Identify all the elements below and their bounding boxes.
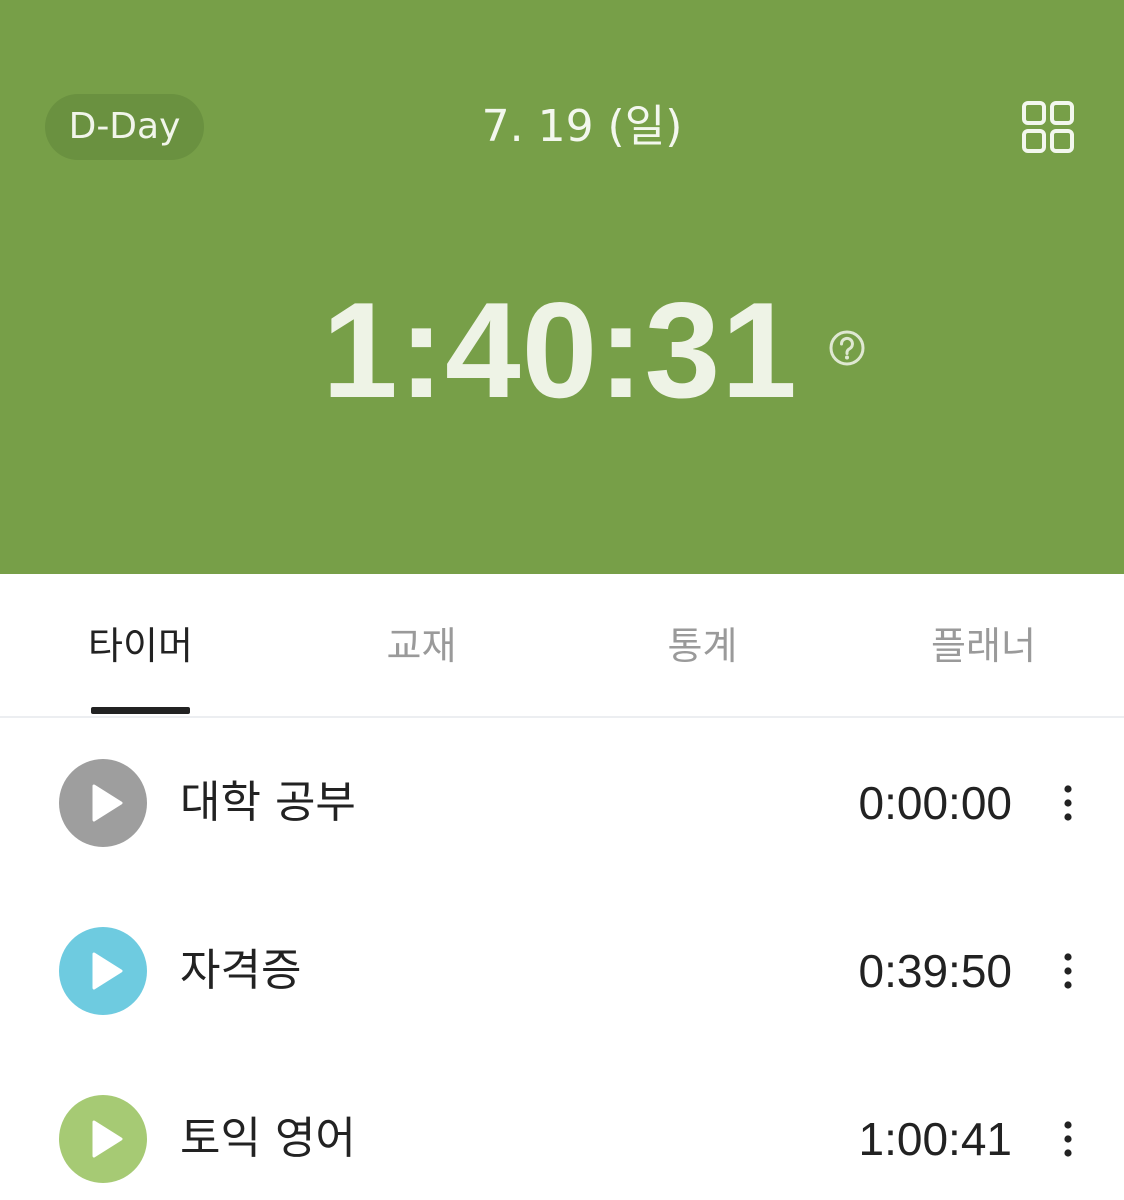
play-icon — [92, 952, 123, 990]
timer-app: D-Day 7. 19 (일) 1:40:31 타이머 교재 통계 플래너 대학… — [0, 0, 1124, 1200]
subject-row[interactable]: 토익 영어 1:00:41 — [0, 1054, 1124, 1200]
grid-icon[interactable] — [1021, 100, 1075, 154]
tab-timer[interactable]: 타이머 — [0, 574, 281, 716]
dday-button[interactable]: D-Day — [45, 94, 204, 160]
play-button[interactable] — [59, 1095, 147, 1183]
tab-textbook[interactable]: 교재 — [281, 574, 562, 716]
tab-bar: 타이머 교재 통계 플래너 — [0, 574, 1124, 718]
tab-statistics[interactable]: 통계 — [562, 574, 843, 716]
subject-name: 토익 영어 — [180, 1113, 356, 1164]
subject-name: 자격증 — [180, 945, 302, 996]
subject-time: 0:00:00 — [858, 777, 1012, 829]
tab-label: 통계 — [667, 624, 738, 668]
date-label: 7. 19 (일) — [481, 101, 683, 152]
play-icon — [92, 1120, 123, 1158]
subject-row[interactable]: 대학 공부 0:00:00 — [0, 718, 1124, 886]
subject-name: 대학 공부 — [180, 777, 356, 828]
more-vertical-icon[interactable] — [1052, 946, 1084, 996]
more-vertical-icon[interactable] — [1052, 778, 1084, 828]
tab-label: 타이머 — [88, 624, 193, 668]
subject-time: 0:39:50 — [858, 945, 1012, 997]
subject-list: 대학 공부 0:00:00 자격증 0:39:50 토익 영어 1:00:41 — [0, 718, 1124, 1200]
total-study-timer: 1:40:31 — [322, 274, 798, 426]
subject-row[interactable]: 자격증 0:39:50 — [0, 886, 1124, 1054]
more-vertical-icon[interactable] — [1052, 1114, 1084, 1164]
tab-label: 플래너 — [931, 624, 1036, 668]
timer-header: D-Day 7. 19 (일) 1:40:31 — [0, 0, 1124, 574]
tab-planner[interactable]: 플래너 — [843, 574, 1124, 716]
active-tab-indicator — [91, 707, 190, 714]
play-button[interactable] — [59, 759, 147, 847]
subject-time: 1:00:41 — [858, 1113, 1012, 1165]
play-icon — [92, 784, 123, 822]
question-circle-icon[interactable] — [828, 329, 866, 367]
play-button[interactable] — [59, 927, 147, 1015]
tab-label: 교재 — [386, 624, 457, 668]
